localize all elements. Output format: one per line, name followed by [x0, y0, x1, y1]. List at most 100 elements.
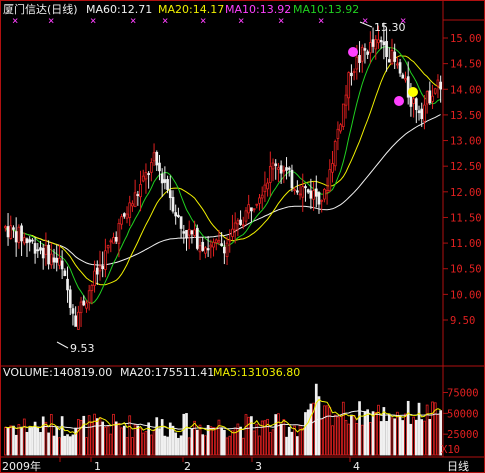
period-tab[interactable]: 日线: [447, 459, 469, 473]
volume-bar: [347, 423, 351, 456]
top-signal-marker: ×: [162, 15, 168, 27]
volume-bar: [25, 431, 29, 456]
candle-body: [31, 239, 34, 242]
candle-body: [66, 278, 69, 291]
volume-bar: [212, 427, 215, 456]
volume-bar: [182, 413, 186, 456]
volume-bar: [358, 401, 361, 456]
candle-body: [252, 208, 256, 211]
candle-body: [187, 228, 191, 236]
volume-bar: [239, 426, 242, 456]
volume-bar: [58, 437, 61, 456]
price-tick-label: 12.50: [450, 161, 482, 173]
candle-body: [101, 266, 105, 270]
top-signal-marker: ×: [12, 15, 18, 27]
volume-bar: [279, 423, 283, 456]
candle-body: [306, 189, 310, 193]
volume-bar: [339, 415, 342, 456]
candle-body: [28, 239, 32, 243]
volume-bar: [317, 396, 321, 456]
volume-bar: [225, 437, 229, 456]
volume-bar: [63, 435, 67, 456]
candle-body: [131, 203, 134, 207]
volume-bar: [271, 429, 275, 456]
volume-bar: [277, 413, 280, 456]
volume-bar: [214, 427, 218, 456]
candle-body: [255, 203, 259, 206]
volume-bar: [401, 420, 405, 456]
volume-bar: [382, 407, 386, 456]
volume-bar: [36, 426, 40, 456]
candle-body: [260, 194, 264, 199]
price-tick-label: 13.00: [450, 136, 482, 148]
candle-body: [285, 167, 288, 171]
volume-bar: [4, 426, 7, 456]
candle-body: [71, 308, 75, 314]
ma10-line: [4, 45, 441, 305]
candle-body: [106, 245, 110, 249]
volume-bar: [12, 425, 15, 456]
volume-bar: [31, 426, 34, 456]
candle-body: [190, 230, 194, 235]
candle-body: [152, 152, 156, 162]
candle-body: [390, 50, 394, 65]
volume-bar: [417, 402, 421, 456]
price-tick-label: 9.50: [450, 315, 475, 327]
volume-bar: [293, 425, 296, 456]
candle-body: [241, 224, 245, 227]
candle-body: [47, 244, 50, 265]
candle-body: [371, 39, 375, 47]
volume-tick-label: 25000: [447, 429, 479, 441]
candle-body: [44, 245, 48, 255]
volume-bar: [60, 416, 64, 456]
volume-bar: [304, 412, 307, 456]
top-signal-marker: ×: [238, 15, 244, 27]
candle-body: [268, 166, 272, 183]
candle-body: [58, 257, 61, 266]
candle-body: [117, 223, 121, 244]
volume-bar: [231, 430, 234, 456]
candle-body: [404, 78, 407, 81]
volume-bar: [398, 416, 402, 456]
price-tick-label: 15.00: [450, 33, 482, 45]
volume-bar: [325, 405, 329, 456]
candle-body: [382, 41, 386, 46]
candle-body: [6, 226, 10, 238]
candle-body: [182, 231, 186, 234]
volume-bar: [393, 418, 397, 456]
candle-body: [109, 240, 113, 243]
volume-bar: [190, 428, 194, 456]
volume-bar: [101, 421, 105, 456]
volume-bar: [52, 435, 56, 456]
volume-bar: [158, 428, 161, 456]
month-label-4: 4: [353, 460, 360, 473]
volume-bar: [17, 424, 21, 456]
candle-body: [379, 40, 383, 43]
volume-bar: [336, 416, 340, 456]
volume-bar: [385, 420, 388, 456]
top-signal-marker: ×: [318, 15, 324, 27]
month-label-2: 2: [184, 460, 191, 473]
volume-bar: [174, 432, 178, 456]
volume-bars: [4, 383, 442, 456]
volume-bar: [187, 437, 191, 456]
outer-frame: [0, 0, 485, 473]
candle-body: [417, 110, 421, 114]
candle-body: [63, 270, 67, 277]
candle-body: [323, 189, 326, 200]
candle-body: [244, 210, 248, 222]
candle-body: [147, 173, 150, 175]
volume-bar: [93, 413, 96, 456]
ma60-label: MA60:12.71: [86, 3, 152, 16]
candle-body: [52, 257, 56, 263]
price-tick-label: 11.50: [450, 212, 482, 224]
volume-bar: [109, 433, 113, 456]
candle-body: [412, 98, 415, 104]
candle-body: [133, 192, 137, 208]
volume-bar: [287, 426, 291, 456]
volume-bar: [252, 430, 256, 456]
volume-bar: [431, 401, 434, 456]
stock-chart: × × × × × × × × × × × 15.0014.5014.0013.5013.0012.…: [0, 0, 485, 473]
ma60-line: [4, 114, 441, 266]
volume-bar: [160, 419, 164, 456]
